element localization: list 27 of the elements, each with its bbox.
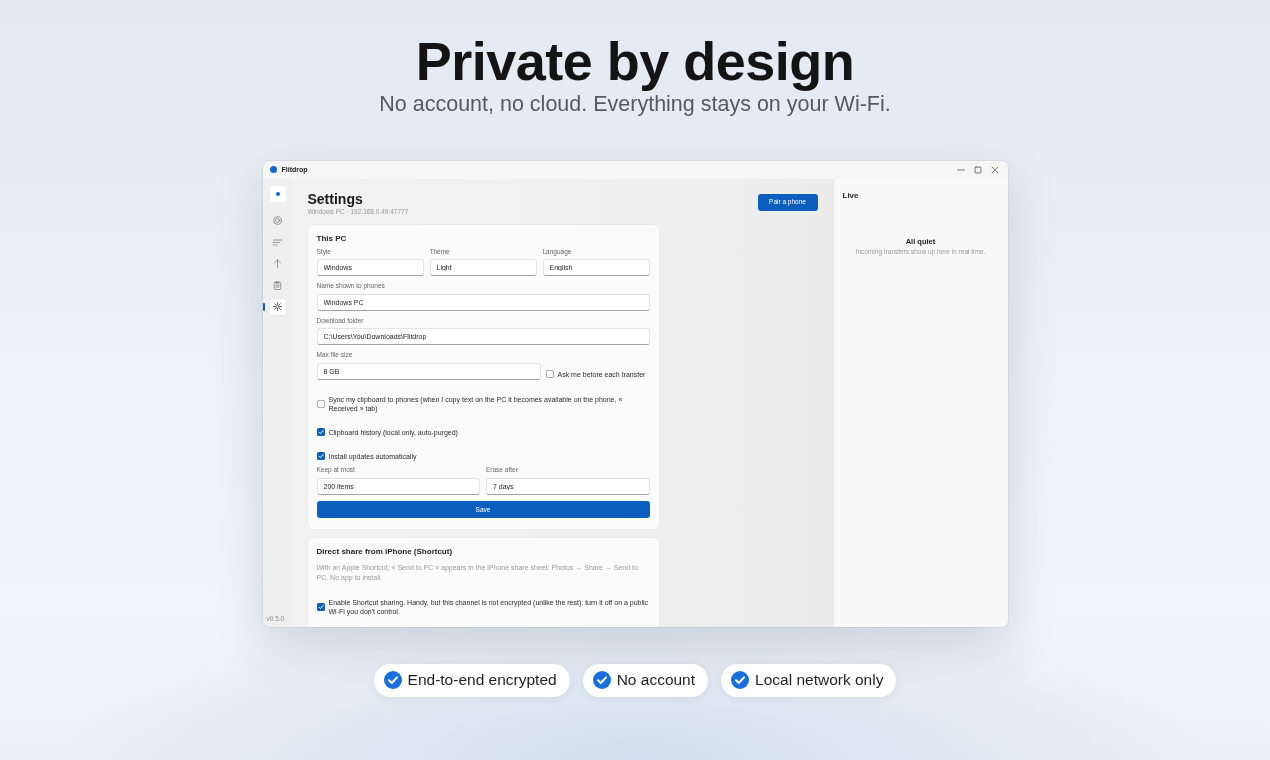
checkbox[interactable] xyxy=(316,399,325,408)
dot-icon xyxy=(269,166,277,174)
checkbox[interactable] xyxy=(545,370,554,379)
nav-button[interactable] xyxy=(269,298,286,315)
maximize-icon xyxy=(973,165,982,174)
active-indicator xyxy=(262,302,265,311)
feature-label: End-to-end encrypted xyxy=(407,671,557,690)
feature-label: No account xyxy=(616,671,696,690)
arrow-up-icon xyxy=(273,259,282,269)
list-icon xyxy=(273,237,282,247)
card-title: Direct share from iPhone (Shortcut) xyxy=(316,546,454,557)
clipboard-icon xyxy=(273,280,282,290)
card-title: This PC xyxy=(316,233,348,244)
feature-label: Local network only xyxy=(755,671,884,690)
check-circle-icon xyxy=(592,671,611,690)
ring-icon xyxy=(273,216,282,226)
check-circle-icon xyxy=(383,671,402,690)
close-icon xyxy=(990,165,999,174)
panel-title: Live xyxy=(842,190,860,201)
checkbox[interactable] xyxy=(316,428,325,437)
page-subheading: No account, no cloud. Everything stays on your Wi-Fi. xyxy=(379,92,891,118)
check-circle-icon xyxy=(731,671,750,690)
checkbox[interactable] xyxy=(316,602,325,611)
page-title: Settings xyxy=(307,190,364,208)
dot-tile-icon xyxy=(269,185,286,202)
checkbox[interactable] xyxy=(316,452,325,461)
settings-icon xyxy=(273,302,282,312)
